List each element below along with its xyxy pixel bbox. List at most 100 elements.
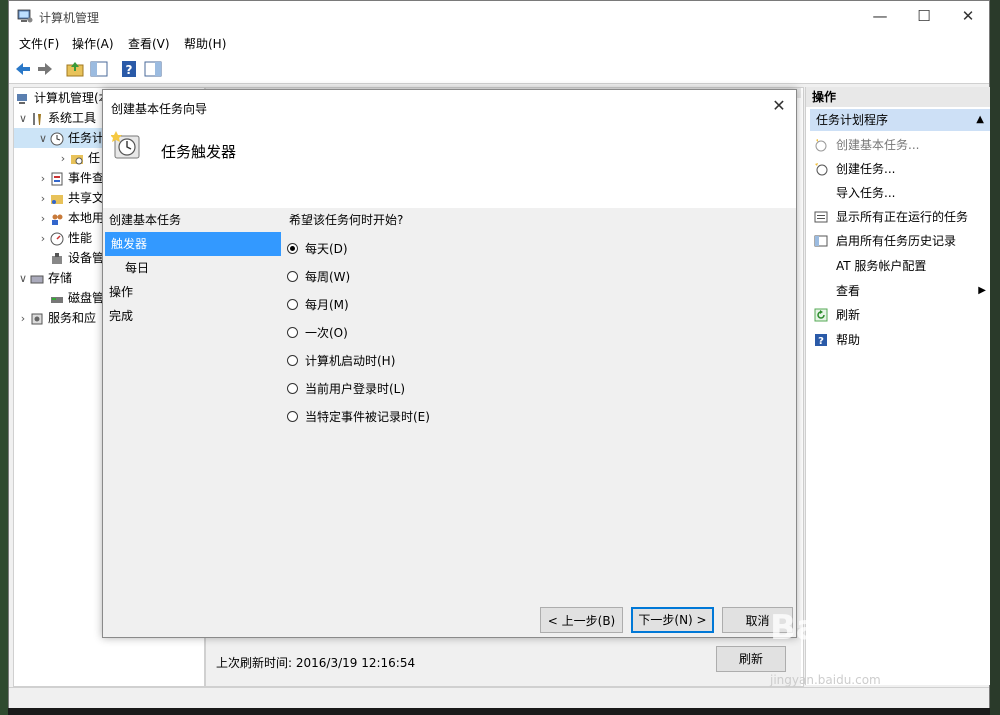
tree-label: 磁盘管 (68, 291, 105, 305)
refresh-button[interactable]: 刷新 (716, 646, 786, 672)
help-icon[interactable]: ? (119, 59, 139, 79)
radio-button[interactable] (287, 326, 298, 338)
actions-section-label: 任务计划程序 (816, 113, 889, 127)
clock-star-icon (815, 139, 827, 152)
disk-icon (51, 296, 63, 303)
history-icon (814, 235, 828, 247)
radio-at-logon[interactable]: 当前用户登录时(L) (287, 378, 405, 398)
next-button[interactable]: 下一步(N) > (631, 607, 714, 633)
dialog-close-button[interactable]: ✕ (769, 96, 789, 115)
radio-button[interactable] (287, 270, 298, 282)
baidu-watermark-logo: Bai du 经验 (770, 608, 971, 648)
action-enable-history[interactable]: 启用所有任务历史记录 (810, 229, 990, 253)
window-title: 计算机管理 (39, 11, 100, 25)
step-create-basic-task[interactable]: 创建基本任务 (103, 208, 281, 232)
tree-label: 存储 (48, 271, 73, 285)
computer-management-icon (17, 9, 33, 23)
chevron-down-icon[interactable]: ∨ (16, 109, 30, 129)
menu-file[interactable]: 文件(F) (19, 35, 59, 52)
radio-button[interactable] (287, 354, 298, 366)
radio-button[interactable] (287, 382, 298, 394)
dialog-title: 创建基本任务向导 (111, 102, 208, 116)
action-refresh[interactable]: 刷新 (810, 303, 990, 327)
clock-icon (50, 132, 64, 145)
services-icon (31, 313, 43, 324)
action-create-task[interactable]: 创建任务... (810, 157, 990, 181)
menu-action[interactable]: 操作(A) (72, 35, 114, 52)
menu-bar: 文件(F) 操作(A) 查看(V) 帮助(H) (9, 31, 989, 55)
radio-label: 每周(W) (305, 269, 351, 284)
desktop-left-edge (0, 0, 8, 715)
action-show-running-tasks[interactable]: 显示所有正在运行的任务 (810, 205, 990, 229)
tree-label: 任 (88, 151, 101, 165)
chevron-right-icon[interactable]: › (36, 229, 50, 249)
radio-label: 当特定事件被记录时(E) (305, 409, 430, 424)
last-refresh-time: 上次刷新时间: 2016/3/19 12:16:54 (216, 656, 416, 670)
step-trigger[interactable]: 触发器 (105, 232, 281, 256)
step-action[interactable]: 操作 (103, 280, 281, 304)
chevron-right-icon[interactable]: › (56, 149, 70, 169)
action-label: 创建基本任务... (836, 138, 920, 152)
users-icon (52, 214, 63, 225)
minimize-button[interactable]: — (857, 1, 903, 31)
chevron-right-icon[interactable]: › (36, 189, 50, 209)
shared-folder-icon (51, 194, 63, 204)
up-folder-icon[interactable] (65, 59, 85, 79)
event-viewer-icon (51, 172, 63, 185)
menu-view[interactable]: 查看(V) (128, 35, 170, 52)
performance-icon (50, 232, 64, 245)
baidu-watermark-url: jingyan.baidu.com (770, 673, 881, 687)
create-task-icon (815, 163, 828, 176)
radio-button[interactable] (287, 298, 298, 310)
action-label: 刷新 (836, 308, 861, 322)
radio-label: 计算机启动时(H) (305, 353, 396, 368)
show-hide-tree-icon[interactable] (89, 59, 109, 79)
action-import-task[interactable]: 导入任务... (810, 181, 990, 205)
action-view[interactable]: 查看 ▶ (810, 279, 990, 303)
tree-label: 共享文 (68, 191, 105, 205)
actions-header: 操作 (806, 87, 990, 107)
action-label: 启用所有任务历史记录 (836, 234, 957, 248)
actions-section-task-scheduler[interactable]: 任务计划程序 ▲ (810, 109, 990, 131)
radio-button[interactable] (287, 242, 298, 254)
tools-icon (33, 112, 41, 125)
running-tasks-icon (814, 211, 828, 223)
radio-daily[interactable]: 每天(D) (287, 238, 348, 258)
action-label: 导入任务... (836, 186, 896, 200)
chevron-right-icon[interactable]: › (36, 209, 50, 229)
back-arrow-icon[interactable] (13, 59, 33, 79)
action-create-basic-task[interactable]: 创建基本任务... (810, 133, 990, 157)
wizard-steps: 创建基本任务 触发器 每日 操作 完成 (103, 208, 281, 328)
forward-arrow-icon[interactable] (35, 59, 55, 79)
collapse-triangle-icon[interactable]: ▲ (976, 109, 984, 131)
radio-button[interactable] (287, 410, 298, 422)
chevron-right-icon[interactable]: › (16, 309, 30, 329)
maximize-button[interactable]: ☐ (901, 1, 947, 31)
radio-once[interactable]: 一次(O) (287, 322, 348, 342)
chevron-down-icon[interactable]: ∨ (16, 269, 30, 289)
toolbar: ? (9, 55, 989, 84)
computer-management-icon (17, 93, 27, 104)
action-help[interactable]: ? 帮助 (810, 328, 990, 352)
show-action-pane-icon[interactable] (143, 59, 163, 79)
radio-on-event[interactable]: 当特定事件被记录时(E) (287, 406, 430, 426)
step-finish[interactable]: 完成 (103, 304, 281, 328)
action-label: 创建任务... (836, 162, 896, 176)
chevron-right-icon[interactable]: › (36, 169, 50, 189)
radio-weekly[interactable]: 每周(W) (287, 266, 350, 286)
close-button[interactable]: ✕ (945, 1, 991, 31)
actions-pane: 操作 任务计划程序 ▲ 创建基本任务... 创建任务... 导入任务... 显示… (805, 87, 990, 685)
folder-clock-icon (71, 154, 83, 164)
chevron-down-icon[interactable]: ∨ (36, 129, 50, 149)
radio-label: 每月(M) (305, 297, 349, 312)
back-button[interactable]: < 上一步(B) (540, 607, 623, 633)
radio-at-startup[interactable]: 计算机启动时(H) (287, 350, 395, 370)
action-at-service-config[interactable]: AT 服务帐户配置 (810, 254, 990, 278)
title-bar: 计算机管理 — ☐ ✕ (9, 1, 989, 31)
help-icon: ? (815, 334, 827, 347)
svg-text:?: ? (818, 336, 824, 347)
tree-label: 本地用 (68, 211, 105, 225)
step-daily[interactable]: 每日 (103, 256, 281, 280)
menu-help[interactable]: 帮助(H) (184, 35, 226, 52)
radio-monthly[interactable]: 每月(M) (287, 294, 349, 314)
